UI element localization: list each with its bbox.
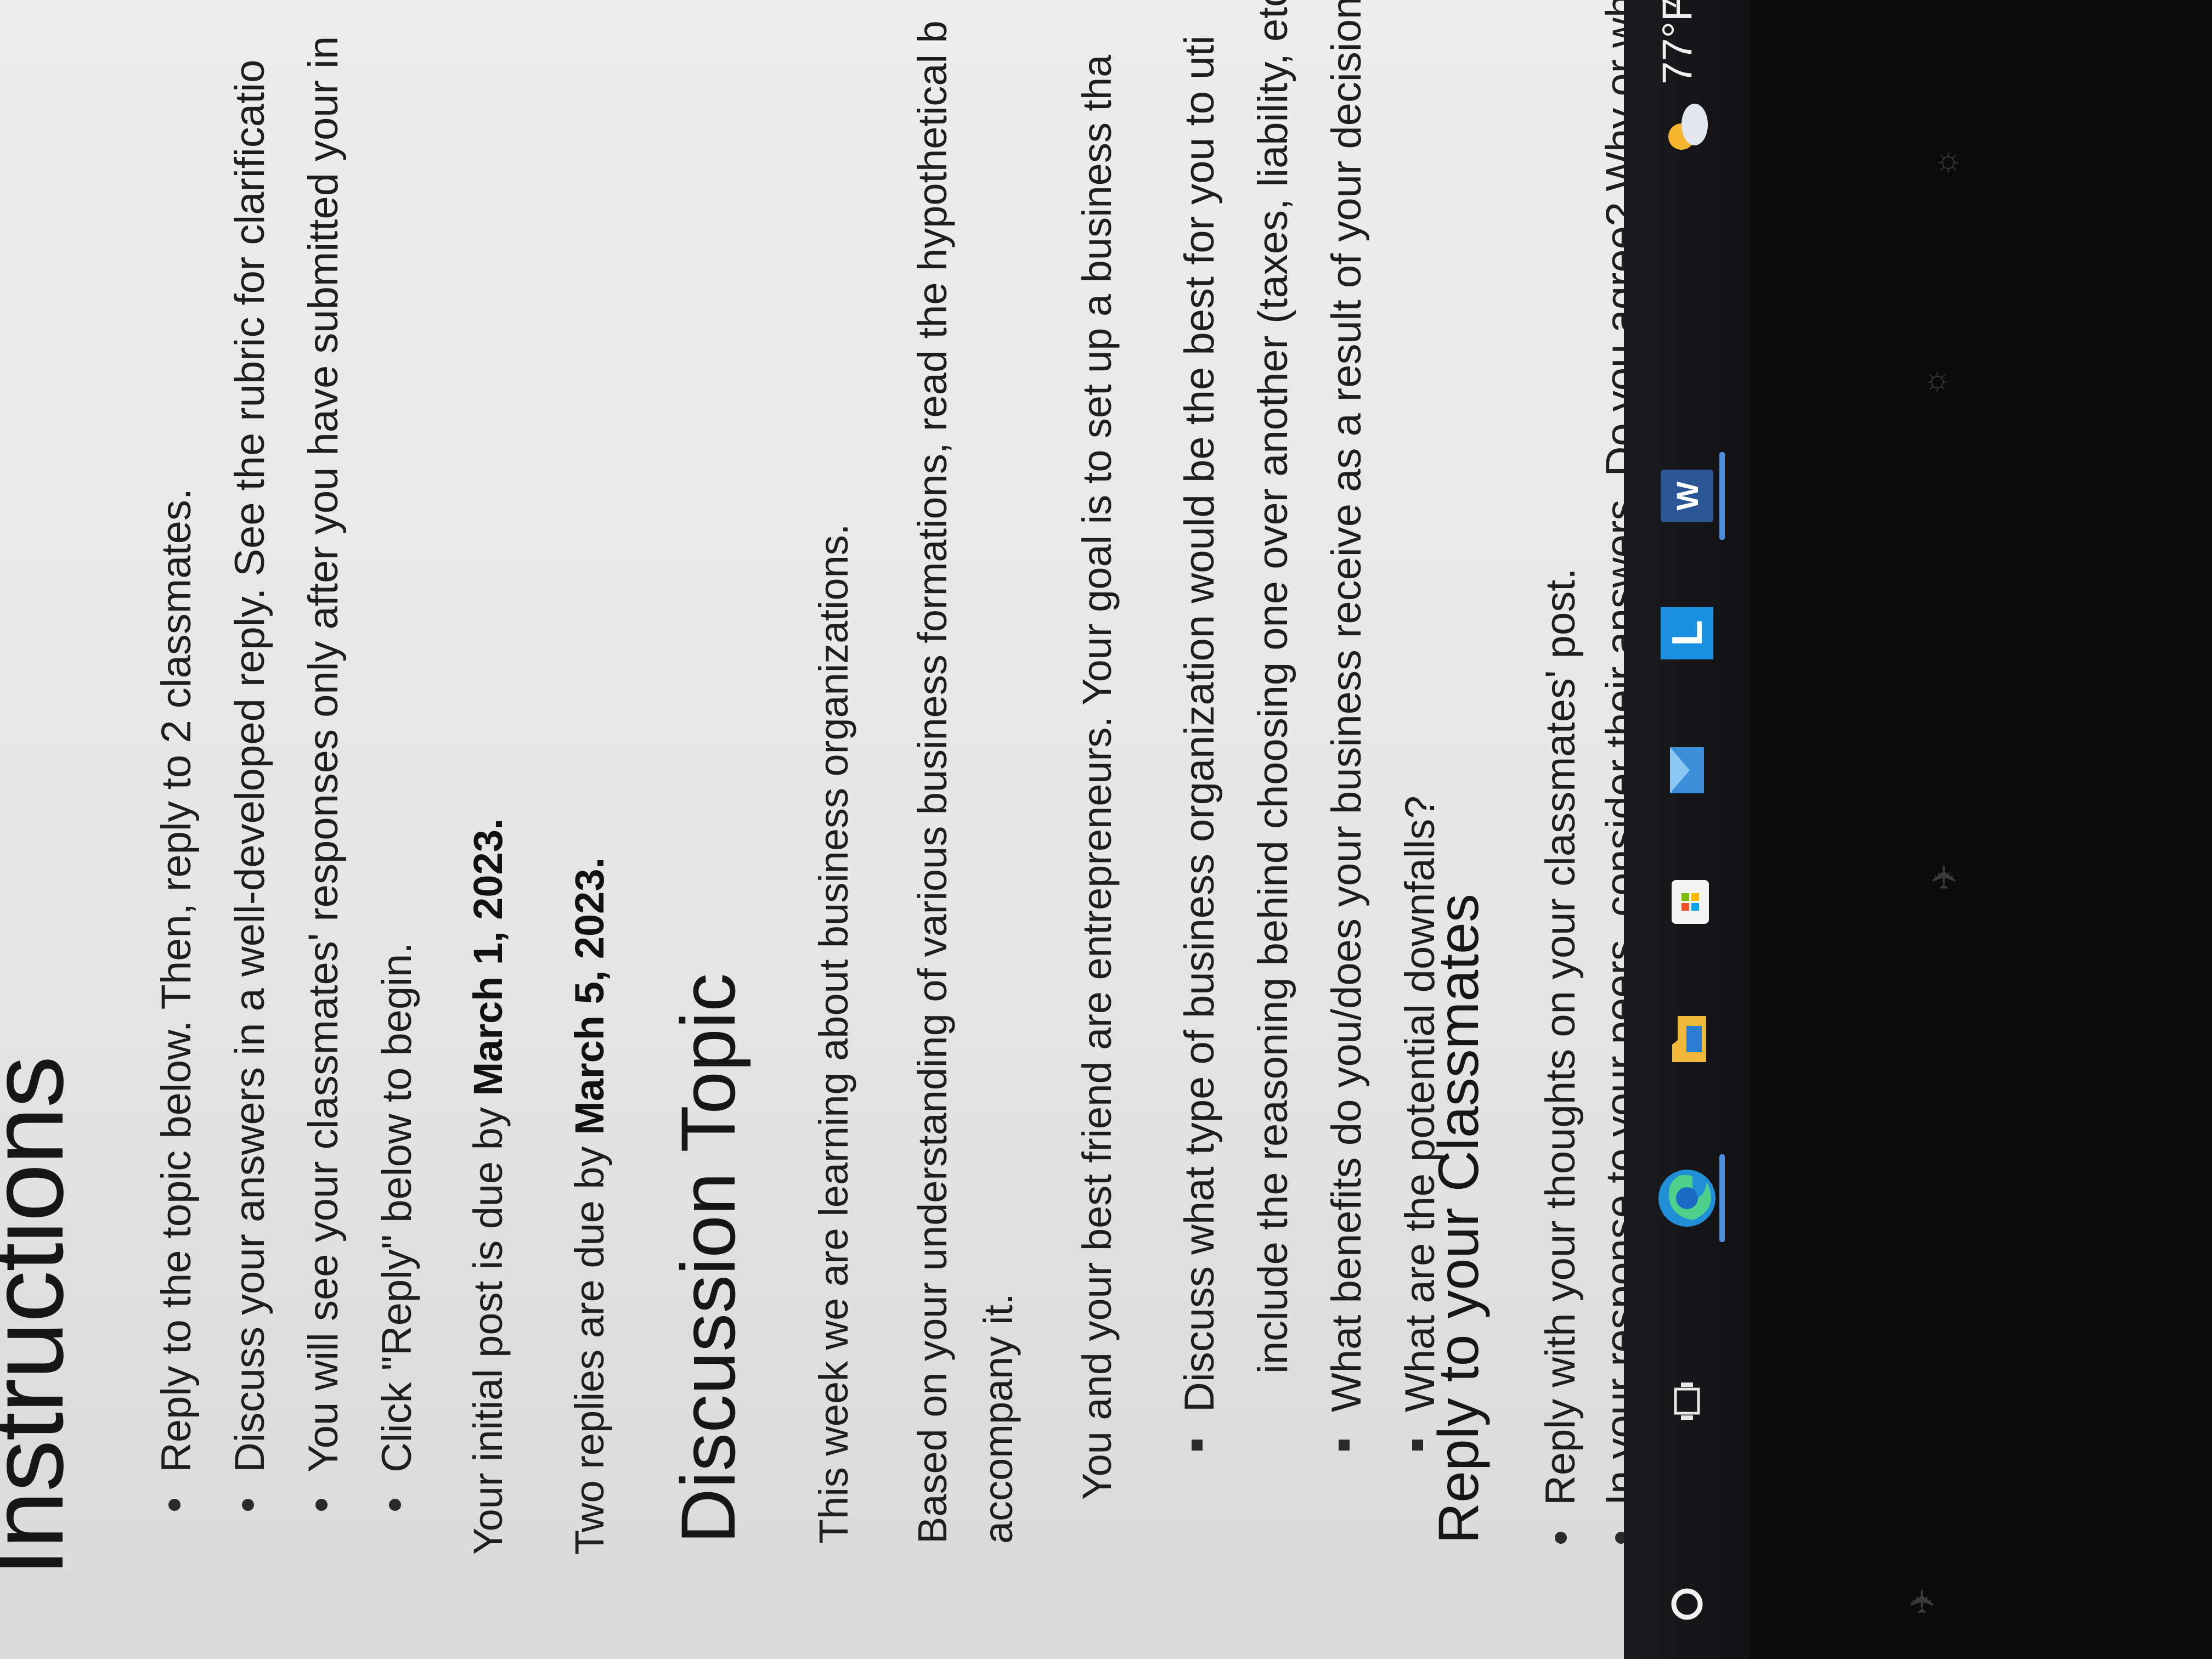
bullet-square (1339, 1440, 1350, 1451)
taskbar: L W 77°F ^ (1624, 0, 1750, 1659)
list-item: What benefits do you/does your business … (1310, 0, 1384, 1451)
microsoft-store-icon (1672, 880, 1709, 924)
key-icon: ✈ (1904, 1587, 1941, 1615)
list-item: Click "Reply" below to begin. (360, 36, 434, 1511)
bullet-square (1412, 1440, 1423, 1451)
mail-icon (1670, 747, 1704, 793)
weather-temperature: 77°F (1654, 0, 1701, 84)
lockdown-browser-icon: L (1661, 607, 1713, 659)
list-item: Discuss your answers in a well-developed… (213, 36, 287, 1511)
reply-heading: Reply to your Classmates (1427, 894, 1491, 1544)
file-explorer-icon (1672, 1016, 1706, 1062)
file-explorer-button[interactable] (1646, 995, 1728, 1083)
partly-cloudy-icon (1668, 104, 1708, 150)
tray-chevron-icon[interactable]: ^ (1654, 0, 1697, 8)
list-item: You will see your classmates' responses … (287, 36, 360, 1511)
bullet-square (1192, 1440, 1203, 1451)
instructions-list: Reply to the topic below. Then, reply to… (140, 36, 434, 1511)
lockdown-browser-button[interactable]: L (1646, 589, 1728, 677)
bullet-dot (242, 1499, 254, 1511)
discussion-topic-heading: Discussion Topic (665, 973, 751, 1544)
task-view-icon (1674, 1383, 1700, 1420)
word-button[interactable]: W (1646, 441, 1728, 551)
microsoft-store-button[interactable] (1646, 858, 1728, 946)
bullet-dot (1555, 1532, 1567, 1544)
bullet-dot (315, 1499, 328, 1511)
list-item: Reply to the topic below. Then, reply to… (140, 36, 213, 1511)
active-indicator (1719, 452, 1725, 540)
instructions-heading: Instructions (0, 1057, 85, 1577)
topic-intro: This week we are learning about business… (811, 523, 856, 1544)
initial-due-date: March 1, 2023. (465, 818, 511, 1096)
topic-based-line-2: accompany it. (975, 1293, 1021, 1544)
mail-button[interactable] (1646, 726, 1728, 814)
weather-widget[interactable] (1646, 90, 1728, 167)
questions-list: Discuss what type of business organizati… (1163, 0, 1457, 1451)
key-icon: ✈ (1926, 863, 1963, 891)
replies-due-date: March 5, 2023. (567, 857, 612, 1135)
screen: Instructions Reply to the topic below. T… (0, 0, 2212, 1659)
topic-based-line-1: Based on your understanding of various b… (910, 20, 955, 1544)
keyboard-area: ✈ ✈ ☼ ☼ (1750, 0, 2212, 1659)
key-icon: ☼ (1915, 367, 1952, 397)
list-item-continuation: include the reasoning behind choosing on… (1250, 0, 1296, 1374)
list-item: Reply with your thoughts on your classma… (1531, 0, 1591, 1544)
bullet-dot (168, 1499, 180, 1511)
search-icon (1671, 1588, 1703, 1620)
list-item: Discuss what type of business organizati… (1163, 0, 1237, 1451)
discussion-page: Instructions Reply to the topic below. T… (0, 0, 1690, 1659)
active-indicator (1719, 1154, 1725, 1242)
initial-post-due: Your initial post is due by March 1, 202… (465, 818, 511, 1555)
edge-button[interactable] (1646, 1143, 1728, 1253)
task-view-button[interactable] (1646, 1363, 1728, 1440)
edge-icon (1658, 1170, 1716, 1227)
replies-due: Two replies are due by March 5, 2023. (567, 857, 612, 1555)
word-icon: W (1661, 470, 1713, 522)
bullet-dot (389, 1499, 401, 1511)
key-icon: ☼ (1926, 148, 1963, 178)
topic-scenario: You and your best friend are entrepreneu… (1074, 54, 1120, 1500)
search-button[interactable] (1646, 1566, 1728, 1643)
